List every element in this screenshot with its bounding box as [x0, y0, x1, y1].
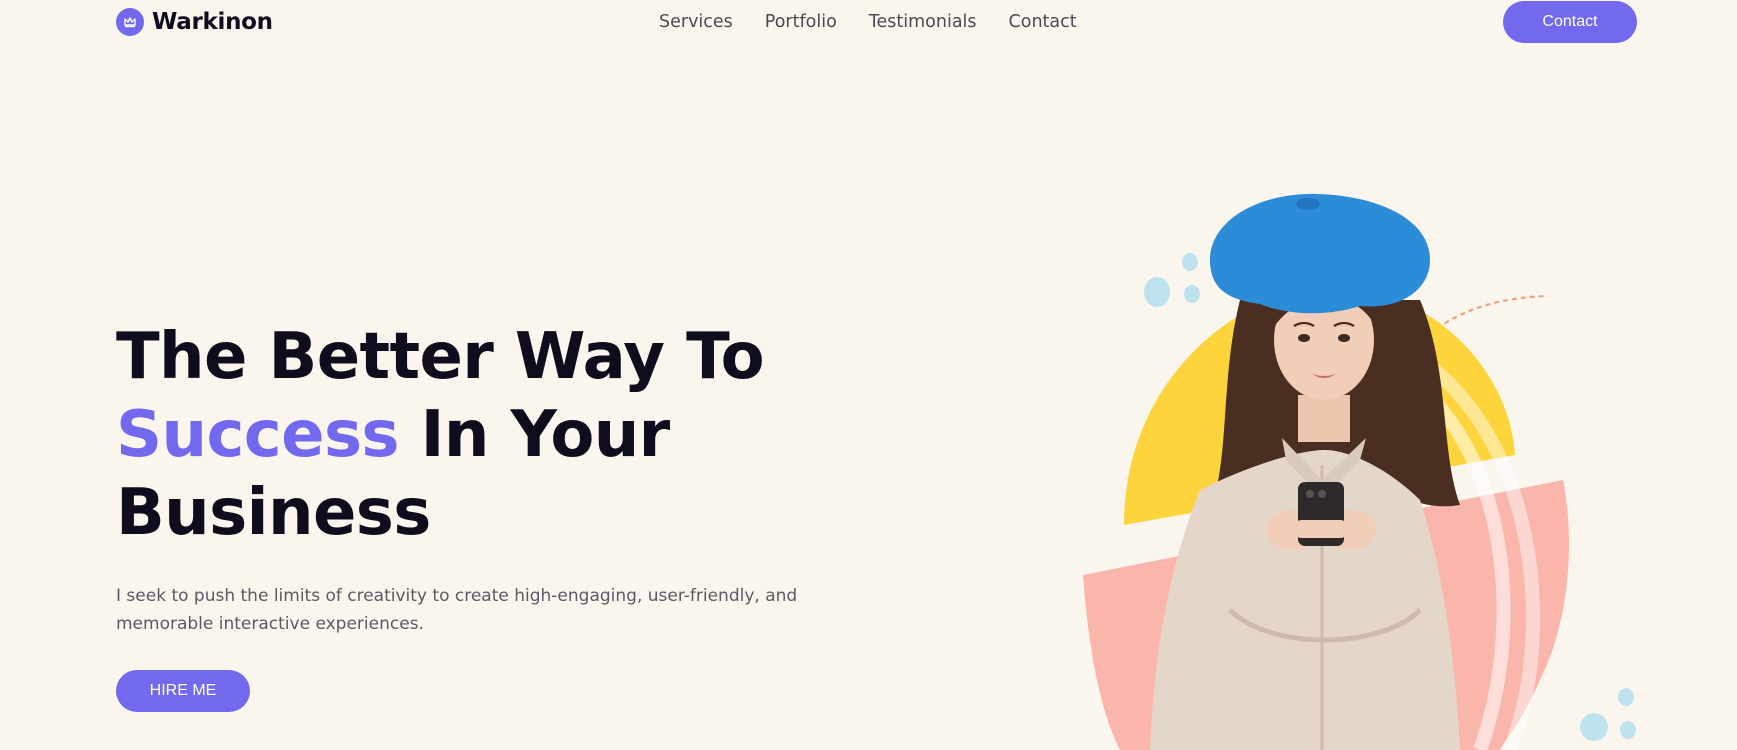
hire-me-button[interactable]: HIRE ME [116, 670, 250, 712]
site-header: Warkinon Services Portfolio Testimonials… [0, 0, 1737, 48]
bubble-decoration [1144, 277, 1170, 307]
crown-icon [116, 8, 144, 36]
hero-illustration [1083, 193, 1636, 750]
bubble-decoration [1184, 285, 1200, 303]
nav-testimonials[interactable]: Testimonials [869, 12, 977, 32]
nav-portfolio[interactable]: Portfolio [765, 12, 837, 32]
hero-title-accent: Success [116, 398, 400, 472]
hero-description: I seek to push the limits of creativity … [116, 586, 798, 634]
main-nav: Services Portfolio Testimonials Contact [659, 12, 1077, 32]
hero-title-line2: In Your [420, 398, 671, 472]
nav-services[interactable]: Services [659, 12, 733, 32]
logo-link[interactable]: Warkinon [116, 8, 273, 36]
hero-title-line3: Business [116, 476, 431, 550]
bubble-decoration [1618, 688, 1634, 706]
logo-text: Warkinon [152, 9, 273, 35]
dotted-arc-decoration [1436, 294, 1550, 330]
hero-title-line1: The Better Way To [116, 320, 765, 394]
bubble-decoration [1620, 721, 1636, 739]
bubble-decoration [1580, 713, 1608, 741]
contact-button[interactable]: Contact [1503, 1, 1637, 43]
hero-title: The Better Way To Success In Your Business [116, 318, 816, 552]
nav-contact[interactable]: Contact [1009, 12, 1077, 32]
bubble-decoration [1182, 253, 1198, 271]
